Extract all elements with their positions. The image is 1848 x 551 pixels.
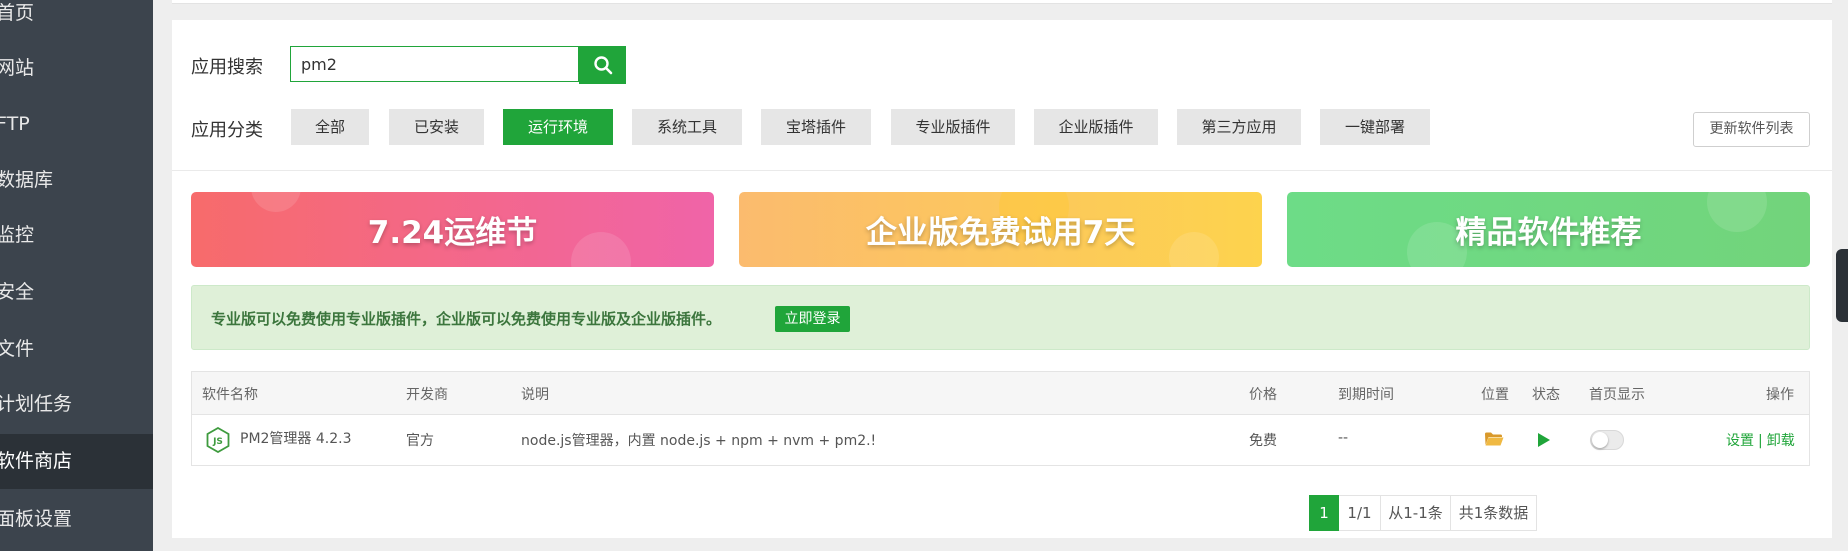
banner-ops-festival[interactable]: 7.24运维节 — [191, 192, 714, 267]
col-name: 软件名称 — [202, 387, 258, 403]
notice-text: 专业版可以免费使用专业版插件，企业版可以免费使用专业版及企业版插件。 — [211, 310, 722, 328]
sidebar-item-label: 计划任务 — [0, 393, 73, 415]
category-runtime[interactable]: 运行环境 — [503, 109, 613, 145]
sidebar: 首页 网站 FTP 数据库 监控 安全 文件 计划任务 软件商店 面板设置 — [0, 0, 153, 551]
col-actions: 操作 — [1766, 387, 1794, 403]
search-button[interactable] — [579, 46, 626, 84]
col-developer: 开发商 — [406, 387, 448, 403]
side-scroll-handle[interactable] — [1836, 249, 1848, 322]
sidebar-item-home[interactable]: 首页 — [0, 0, 153, 41]
sidebar-item-label: 监控 — [0, 224, 35, 246]
banner-enterprise-trial[interactable]: 企业版免费试用7天 — [739, 192, 1262, 267]
play-icon[interactable] — [1537, 432, 1551, 448]
banner-text: 7.24运维节 — [367, 215, 538, 251]
sidebar-item-label: FTP — [0, 113, 30, 135]
pagination-current-page[interactable]: 1 — [1309, 495, 1339, 531]
sidebar-item-website[interactable]: 网站 — [0, 41, 153, 96]
category-all[interactable]: 全部 — [291, 109, 369, 145]
svg-text:JS: JS — [212, 437, 223, 447]
sidebar-item-panel-settings[interactable]: 面板设置 — [0, 492, 153, 547]
sidebar-item-label: 数据库 — [0, 169, 54, 191]
pagination-range: 从1-1条 — [1381, 495, 1451, 531]
category-one-click-deploy[interactable]: 一键部署 — [1320, 109, 1430, 145]
software-expire: -- — [1338, 430, 1349, 446]
sidebar-item-label: 网站 — [0, 57, 35, 79]
banner-text: 精品软件推荐 — [1455, 215, 1642, 251]
category-enterprise-plugins[interactable]: 企业版插件 — [1034, 109, 1158, 145]
pagination-pages: 1/1 — [1339, 495, 1381, 531]
sidebar-item-ftp[interactable]: FTP — [0, 97, 153, 152]
sidebar-item-label: 安全 — [0, 281, 35, 303]
category-pro-plugins[interactable]: 专业版插件 — [891, 109, 1015, 145]
folder-icon[interactable] — [1484, 431, 1504, 447]
sidebar-item-monitor[interactable]: 监控 — [0, 208, 153, 263]
login-now-button[interactable]: 立即登录 — [775, 306, 850, 332]
banner-text: 企业版免费试用7天 — [865, 215, 1136, 251]
software-developer: 官方 — [406, 433, 434, 449]
col-location: 位置 — [1481, 387, 1509, 403]
category-system-tools[interactable]: 系统工具 — [632, 109, 742, 145]
sidebar-item-software-store[interactable]: 软件商店 — [0, 434, 153, 489]
col-status: 状态 — [1532, 387, 1560, 403]
search-input[interactable] — [291, 47, 581, 81]
row-actions: 设置 | 卸载 — [1726, 430, 1795, 450]
home-display-toggle[interactable] — [1590, 430, 1624, 450]
category-installed[interactable]: 已安装 — [389, 109, 484, 145]
sidebar-item-security[interactable]: 安全 — [0, 265, 153, 320]
search-label: 应用搜索 — [191, 57, 263, 78]
category-label: 应用分类 — [191, 120, 263, 141]
pagination-total: 共1条数据 — [1451, 495, 1537, 531]
software-description: node.js管理器，内置 node.js + npm + nvm + pm2.… — [521, 433, 877, 449]
action-separator: | — [1758, 433, 1763, 449]
nodejs-icon: JS — [206, 427, 230, 453]
sidebar-item-label: 首页 — [0, 2, 35, 24]
sidebar-item-files[interactable]: 文件 — [0, 322, 153, 377]
col-expire: 到期时间 — [1338, 387, 1394, 403]
sidebar-item-label: 面板设置 — [0, 508, 73, 530]
col-description: 说明 — [521, 387, 549, 403]
software-price: 免费 — [1249, 433, 1277, 449]
settings-link[interactable]: 设置 — [1726, 433, 1754, 449]
update-software-list-button[interactable]: 更新软件列表 — [1693, 112, 1810, 147]
search-icon — [593, 56, 612, 75]
uninstall-link[interactable]: 卸载 — [1767, 433, 1795, 449]
software-table: 软件名称 开发商 说明 价格 到期时间 位置 状态 首页显示 操作 JS PM2… — [191, 371, 1810, 466]
software-name: PM2管理器 4.2.3 — [240, 431, 352, 447]
top-panel-edge — [172, 0, 1832, 4]
col-price: 价格 — [1249, 387, 1277, 403]
pro-edition-notice: 专业版可以免费使用专业版插件，企业版可以免费使用专业版及企业版插件。 立即登录 — [191, 285, 1810, 350]
sidebar-item-database[interactable]: 数据库 — [0, 153, 153, 208]
sidebar-item-cron[interactable]: 计划任务 — [0, 377, 153, 432]
category-bt-plugins[interactable]: 宝塔插件 — [761, 109, 871, 145]
category-third-party[interactable]: 第三方应用 — [1177, 109, 1301, 145]
col-home-display: 首页显示 — [1589, 387, 1645, 403]
search-box — [290, 46, 581, 82]
banner-recommended-software[interactable]: 精品软件推荐 — [1287, 192, 1810, 267]
divider — [172, 170, 1832, 171]
software-store-panel: 应用搜索 应用分类 全部 已安装 运行环境 系统工具 宝塔插件 专业版插件 企业… — [172, 20, 1832, 538]
sidebar-item-label: 软件商店 — [0, 450, 73, 472]
sidebar-item-label: 文件 — [0, 338, 35, 360]
